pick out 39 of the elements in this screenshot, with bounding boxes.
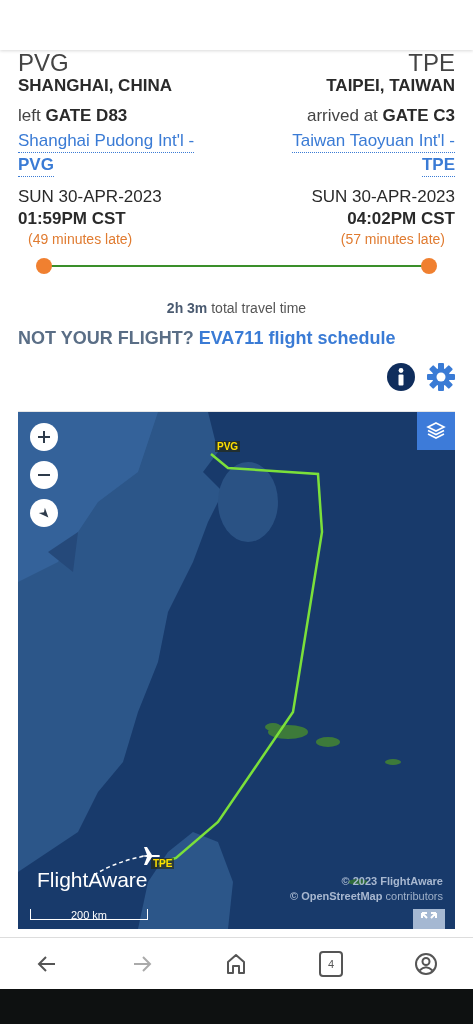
plus-icon [36, 429, 52, 445]
scale-label: 200 km [70, 909, 108, 921]
info-icon[interactable] [387, 363, 415, 391]
expand-icon [421, 912, 437, 919]
airport-code: TPE [408, 50, 455, 76]
time-text: 01:59PM CST [18, 208, 126, 230]
gate-number: GATE D83 [45, 106, 128, 125]
arrival-dot [421, 258, 437, 274]
layers-icon [426, 421, 446, 441]
delay-text: (57 minutes late) [340, 231, 445, 247]
date-text: SUN 30-APR-2023 [311, 186, 455, 208]
airport-link[interactable]: Taiwan Taoyuan Int'l - [292, 129, 455, 153]
account-icon [413, 951, 438, 976]
airport-label: TPE [151, 858, 175, 869]
layers-button[interactable] [417, 412, 455, 450]
compass-arrow-icon [37, 506, 51, 520]
gate-label: arrived at [306, 106, 378, 125]
settings-icon[interactable] [427, 363, 455, 391]
contributors-text: contributors [385, 890, 443, 902]
gate-label: left [18, 106, 41, 125]
copyright-text: © 2023 FlightAware [340, 874, 443, 889]
airport-label: PVG [215, 441, 241, 452]
departure-dot [36, 258, 52, 274]
flightaware-logo: FlightAware [37, 868, 148, 892]
openstreetmap-link[interactable]: © OpenStreetMap [290, 890, 383, 902]
airport-link[interactable]: Shanghai Pudong Int'l - [18, 129, 195, 153]
city-name: SHANGHAI, CHINA [18, 76, 172, 96]
gate-number: GATE C3 [382, 106, 455, 125]
airport-code-link[interactable]: PVG [18, 153, 54, 177]
flight-schedule-link[interactable]: EVA711 flight schedule [198, 328, 396, 348]
not-your-flight-label: NOT YOUR FLIGHT? [18, 328, 194, 348]
time-text: 04:02PM CST [347, 208, 455, 230]
airport-code-link[interactable]: TPE [421, 153, 455, 177]
date-text: SUN 30-APR-2023 [18, 186, 162, 208]
airport-code: PVG [18, 50, 69, 76]
minus-icon [38, 474, 50, 476]
travel-time: 2h 3m total travel time [165, 300, 308, 316]
delay-text: (49 minutes late) [28, 231, 133, 247]
city-name: TAIPEI, TAIWAN [326, 76, 455, 96]
